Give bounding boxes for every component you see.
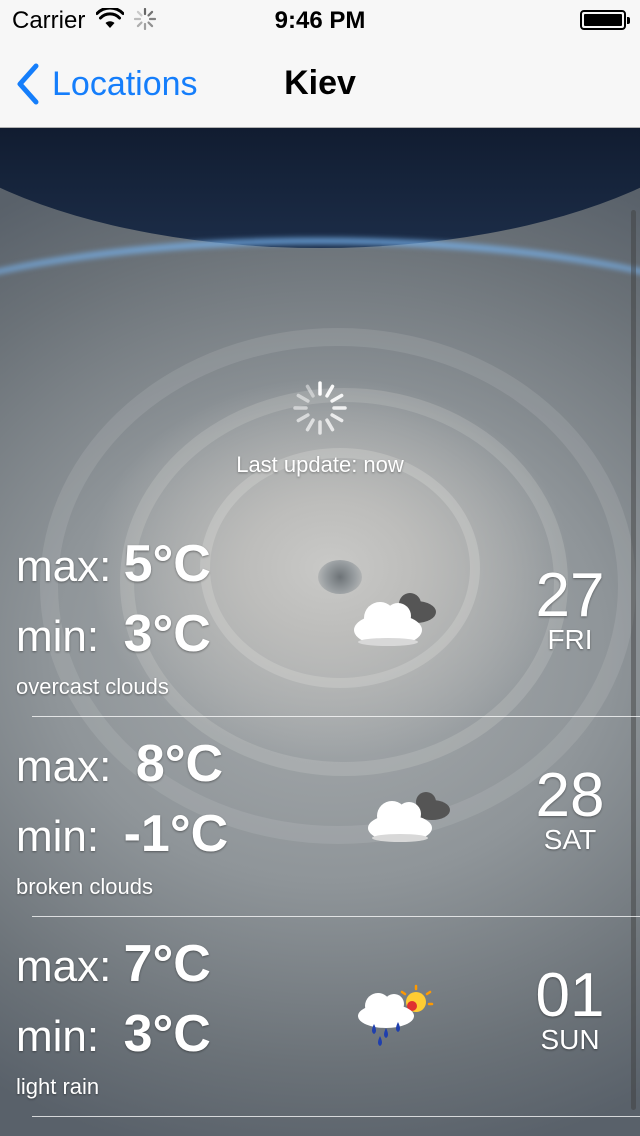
min-temp: min: 3°C	[16, 604, 211, 664]
weather-description: light rain	[16, 1074, 100, 1099]
max-label: max:	[16, 742, 112, 791]
max-value: 7°C	[123, 935, 211, 993]
forecast-weekday: FRI	[547, 624, 593, 655]
min-value: 3°C	[123, 1005, 211, 1063]
max-temp: max: 8°C	[16, 734, 223, 794]
space-backdrop	[0, 128, 640, 248]
forecast-weekday: SAT	[543, 824, 597, 855]
min-value: -1°C	[123, 805, 229, 863]
min-label: min:	[16, 612, 100, 661]
min-label: min:	[16, 1012, 100, 1061]
min-temp: min: 3°C	[16, 1004, 211, 1064]
row-divider	[32, 1116, 640, 1117]
battery-icon	[580, 10, 630, 30]
forecast-day: 28	[535, 761, 605, 830]
weather-description: overcast clouds	[16, 674, 169, 699]
max-value: 5°C	[123, 535, 211, 593]
max-temp: max: 7°C	[16, 934, 211, 994]
navigation-bar: Carrier 9:46 PM Locations Kiev	[0, 0, 640, 128]
forecast-row[interactable]: max: 8°C min: -1°C broken clouds 28 SAT	[0, 730, 640, 930]
forecast-row[interactable]: max: 5°C min: 3°C overcast clouds 27 FRI	[0, 530, 640, 730]
max-label: max:	[16, 542, 112, 591]
weather-description: broken clouds	[16, 874, 153, 899]
forecast-weekday: SUN	[540, 1024, 600, 1055]
page-title: Kiev	[284, 64, 356, 102]
row-divider	[32, 916, 640, 917]
row-divider	[32, 716, 640, 717]
broken-clouds-icon	[368, 792, 450, 842]
overcast-clouds-icon	[354, 593, 436, 646]
min-value: 3°C	[123, 605, 211, 663]
status-time: 9:46 PM	[274, 7, 366, 34]
forecast-row[interactable]: max: 7°C min: 3°C light rain 01 SUN	[0, 930, 640, 1130]
min-temp: min: -1°C	[16, 804, 228, 864]
forecast-day: 01	[535, 961, 605, 1030]
refresh-spinner-icon	[293, 381, 347, 435]
max-temp: max: 5°C	[16, 534, 211, 594]
min-label: min:	[16, 812, 100, 861]
max-value: 8°C	[135, 735, 224, 793]
status-bar: Carrier 9:46 PM	[0, 0, 640, 40]
light-rain-icon	[358, 984, 434, 1046]
last-update-label: Last update: now	[236, 452, 404, 477]
forecast-day: 27	[535, 561, 605, 630]
max-label: max:	[16, 942, 112, 991]
